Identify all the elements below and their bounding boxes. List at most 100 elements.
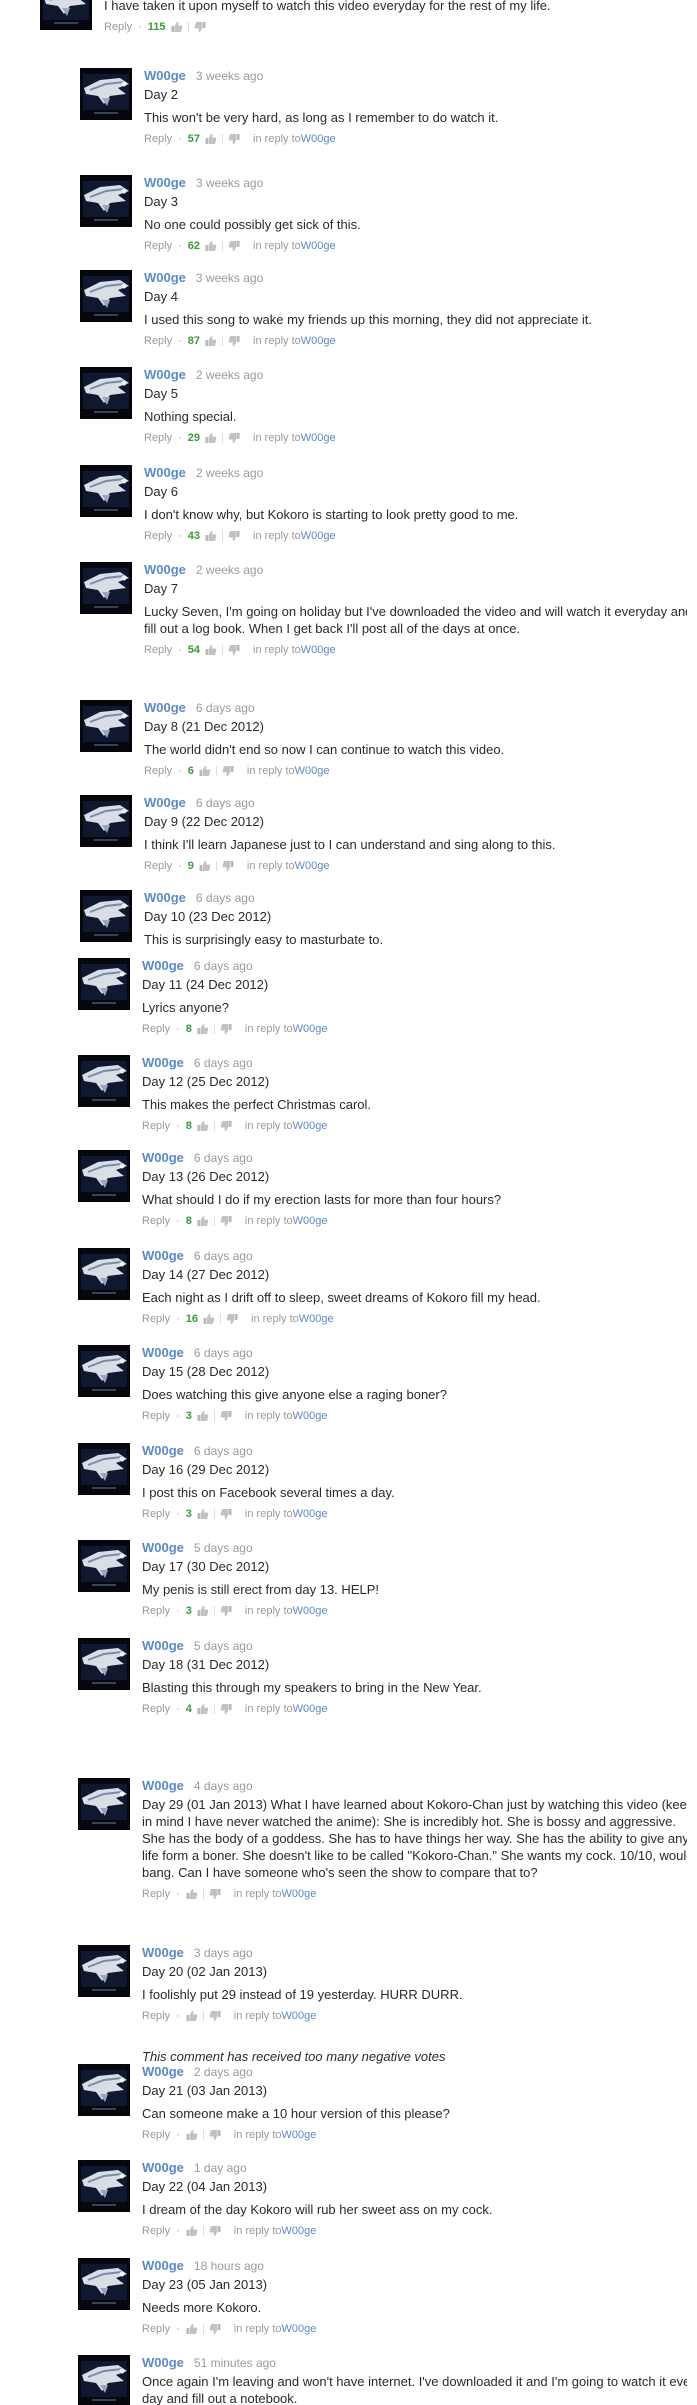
thumbs-down-icon[interactable] bbox=[209, 1888, 221, 1900]
thumbs-up-icon[interactable] bbox=[199, 860, 211, 872]
user-avatar[interactable] bbox=[80, 367, 132, 419]
author-link[interactable]: W00ge bbox=[142, 2064, 184, 2079]
thumbs-down-icon[interactable] bbox=[226, 1313, 238, 1325]
author-link[interactable]: W00ge bbox=[142, 1945, 184, 1960]
in-reply-to-user-link[interactable]: W00ge bbox=[293, 1506, 328, 1522]
author-link[interactable]: W00ge bbox=[144, 68, 186, 83]
author-link[interactable]: W00ge bbox=[144, 465, 186, 480]
in-reply-to-user-link[interactable]: W00ge bbox=[293, 1118, 328, 1134]
thumbs-down-icon[interactable] bbox=[222, 860, 234, 872]
author-link[interactable]: W00ge bbox=[142, 1443, 184, 1458]
in-reply-to-user-link[interactable]: W00ge bbox=[301, 131, 336, 147]
reply-button[interactable]: Reply bbox=[144, 763, 172, 779]
in-reply-to-user-link[interactable]: W00ge bbox=[295, 763, 330, 779]
user-avatar[interactable] bbox=[78, 1778, 130, 1830]
thumbs-up-icon[interactable] bbox=[205, 240, 217, 252]
thumbs-down-icon[interactable] bbox=[228, 240, 240, 252]
user-avatar[interactable] bbox=[78, 1443, 130, 1495]
thumbs-down-icon[interactable] bbox=[209, 2129, 221, 2141]
author-link[interactable]: W00ge bbox=[142, 1638, 184, 1653]
thumbs-down-icon[interactable] bbox=[209, 2323, 221, 2335]
thumbs-down-icon[interactable] bbox=[220, 1120, 232, 1132]
thumbs-up-icon[interactable] bbox=[197, 1605, 209, 1617]
in-reply-to-user-link[interactable]: W00ge bbox=[282, 2127, 317, 2143]
in-reply-to-user-link[interactable]: W00ge bbox=[282, 2321, 317, 2337]
thumbs-down-icon[interactable] bbox=[228, 432, 240, 444]
thumbs-down-icon[interactable] bbox=[222, 765, 234, 777]
thumbs-down-icon[interactable] bbox=[228, 335, 240, 347]
reply-button[interactable]: Reply bbox=[142, 1886, 170, 1902]
user-avatar[interactable] bbox=[80, 465, 132, 517]
reply-button[interactable]: Reply bbox=[144, 238, 172, 254]
in-reply-to-user-link[interactable]: W00ge bbox=[293, 1021, 328, 1037]
author-link[interactable]: W00ge bbox=[142, 1345, 184, 1360]
thumbs-up-icon[interactable] bbox=[197, 1215, 209, 1227]
author-link[interactable]: W00ge bbox=[142, 1778, 184, 1793]
user-avatar[interactable] bbox=[78, 2064, 130, 2116]
in-reply-to-user-link[interactable]: W00ge bbox=[293, 1603, 328, 1619]
user-avatar[interactable] bbox=[80, 700, 132, 752]
author-link[interactable]: W00ge bbox=[144, 890, 186, 905]
thumbs-down-icon[interactable] bbox=[209, 2225, 221, 2237]
author-link[interactable]: W00ge bbox=[142, 1055, 184, 1070]
author-link[interactable]: W00ge bbox=[142, 2258, 184, 2273]
thumbs-down-icon[interactable] bbox=[220, 1023, 232, 1035]
thumbs-up-icon[interactable] bbox=[205, 133, 217, 145]
user-avatar[interactable] bbox=[80, 175, 132, 227]
in-reply-to-user-link[interactable]: W00ge bbox=[301, 333, 336, 349]
in-reply-to-user-link[interactable]: W00ge bbox=[293, 1213, 328, 1229]
in-reply-to-user-link[interactable]: W00ge bbox=[301, 528, 336, 544]
thumbs-down-icon[interactable] bbox=[220, 1605, 232, 1617]
thumbs-down-icon[interactable] bbox=[228, 133, 240, 145]
thumbs-down-icon[interactable] bbox=[228, 644, 240, 656]
in-reply-to-user-link[interactable]: W00ge bbox=[299, 1311, 334, 1327]
reply-button[interactable]: Reply bbox=[142, 1408, 170, 1424]
user-avatar[interactable] bbox=[78, 958, 130, 1010]
thumbs-down-icon[interactable] bbox=[228, 530, 240, 542]
reply-button[interactable]: Reply bbox=[144, 642, 172, 658]
thumbs-down-icon[interactable] bbox=[209, 2010, 221, 2022]
thumbs-up-icon[interactable] bbox=[171, 21, 183, 33]
reply-button[interactable]: Reply bbox=[104, 19, 132, 35]
in-reply-to-user-link[interactable]: W00ge bbox=[282, 2008, 317, 2024]
reply-button[interactable]: Reply bbox=[142, 2127, 170, 2143]
user-avatar[interactable] bbox=[78, 1638, 130, 1690]
user-avatar[interactable] bbox=[80, 562, 132, 614]
user-avatar[interactable] bbox=[78, 1150, 130, 1202]
thumbs-up-icon[interactable] bbox=[197, 1023, 209, 1035]
user-avatar[interactable] bbox=[78, 1248, 130, 1300]
thumbs-down-icon[interactable] bbox=[220, 1703, 232, 1715]
reply-button[interactable]: Reply bbox=[144, 131, 172, 147]
in-reply-to-user-link[interactable]: W00ge bbox=[293, 1408, 328, 1424]
reply-button[interactable]: Reply bbox=[142, 1311, 170, 1327]
user-avatar[interactable] bbox=[78, 1540, 130, 1592]
thumbs-down-icon[interactable] bbox=[194, 21, 206, 33]
user-avatar[interactable] bbox=[78, 1055, 130, 1107]
author-link[interactable]: W00ge bbox=[144, 175, 186, 190]
user-avatar[interactable] bbox=[80, 795, 132, 847]
reply-button[interactable]: Reply bbox=[144, 333, 172, 349]
user-avatar[interactable] bbox=[80, 270, 132, 322]
reply-button[interactable]: Reply bbox=[144, 528, 172, 544]
in-reply-to-user-link[interactable]: W00ge bbox=[301, 238, 336, 254]
thumbs-up-icon[interactable] bbox=[205, 530, 217, 542]
reply-button[interactable]: Reply bbox=[142, 1021, 170, 1037]
thumbs-up-icon[interactable] bbox=[205, 335, 217, 347]
thumbs-up-icon[interactable] bbox=[197, 1410, 209, 1422]
author-link[interactable]: W00ge bbox=[144, 367, 186, 382]
thumbs-down-icon[interactable] bbox=[220, 1215, 232, 1227]
thumbs-up-icon[interactable] bbox=[197, 1703, 209, 1715]
reply-button[interactable]: Reply bbox=[142, 2223, 170, 2239]
author-link[interactable]: W00ge bbox=[144, 562, 186, 577]
user-avatar[interactable] bbox=[78, 2355, 130, 2405]
reply-button[interactable]: Reply bbox=[144, 858, 172, 874]
reply-button[interactable]: Reply bbox=[142, 1701, 170, 1717]
author-link[interactable]: W00ge bbox=[144, 795, 186, 810]
thumbs-down-icon[interactable] bbox=[220, 1508, 232, 1520]
thumbs-up-icon[interactable] bbox=[186, 1888, 198, 1900]
thumbs-up-icon[interactable] bbox=[205, 432, 217, 444]
thumbs-up-icon[interactable] bbox=[186, 2225, 198, 2237]
in-reply-to-user-link[interactable]: W00ge bbox=[301, 430, 336, 446]
reply-button[interactable]: Reply bbox=[142, 2008, 170, 2024]
thumbs-up-icon[interactable] bbox=[197, 1508, 209, 1520]
